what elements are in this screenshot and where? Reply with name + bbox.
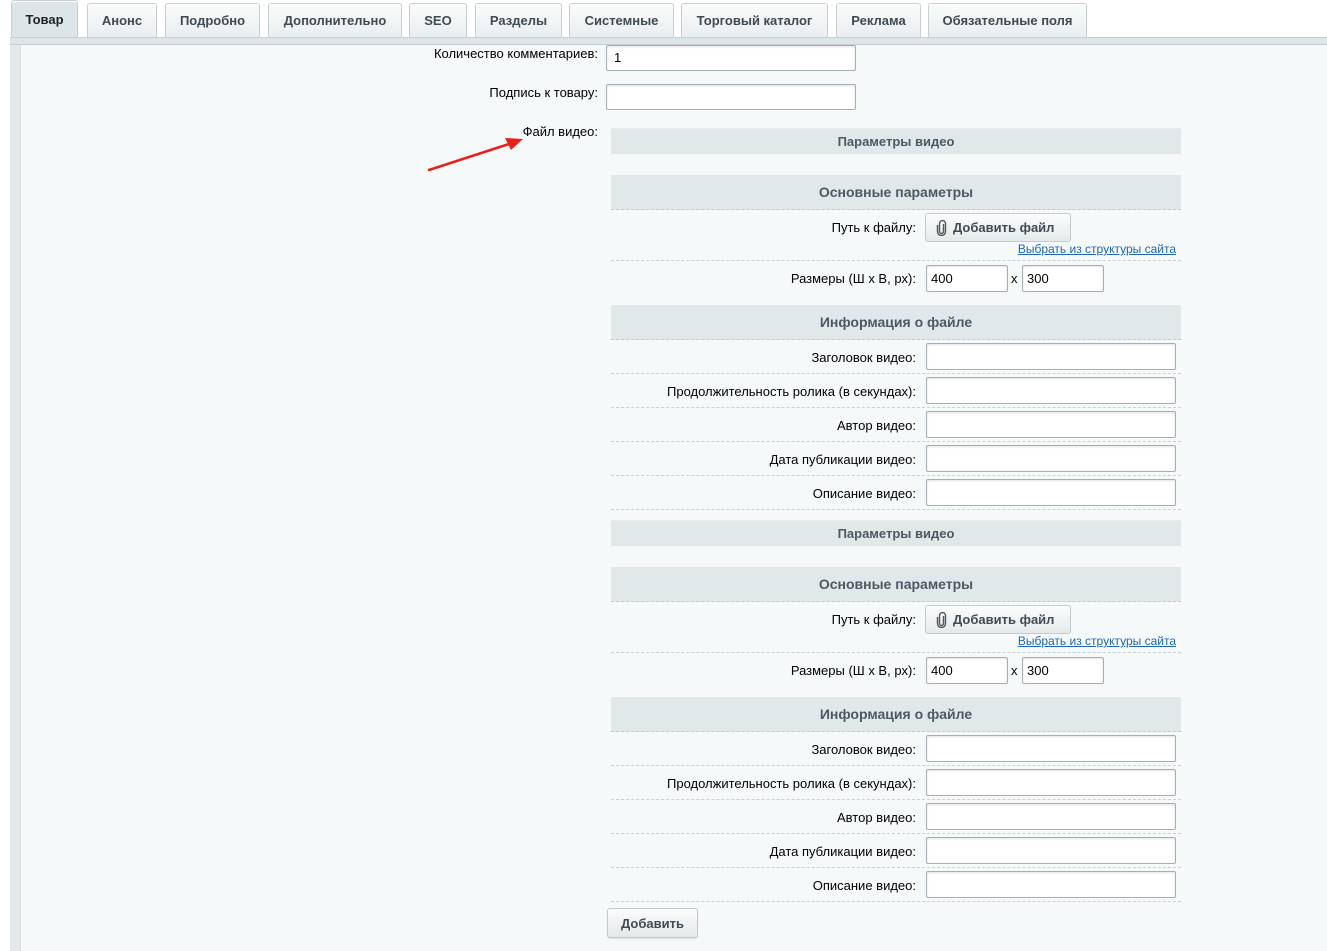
video-title-row: Заголовок видео:: [611, 732, 1181, 766]
video-description-input[interactable]: [926, 871, 1176, 898]
height-input[interactable]: 300: [1022, 265, 1104, 292]
site-structure-link[interactable]: Выбрать из структуры сайта: [1018, 242, 1176, 256]
tab-required-fields[interactable]: Обязательные поля: [928, 3, 1087, 37]
caption-label: Подпись к товару:: [489, 85, 598, 100]
video-description-input[interactable]: [926, 479, 1176, 506]
tab-announce[interactable]: Анонс: [87, 3, 157, 37]
left-border-strip: [10, 45, 21, 951]
dimensions-label: Размеры (Ш x В, px):: [790, 271, 916, 286]
video-author-input[interactable]: [926, 411, 1176, 438]
video-description-row: Описание видео:: [611, 868, 1181, 902]
video-params-header: Параметры видео: [611, 520, 1181, 546]
video-author-input[interactable]: [926, 803, 1176, 830]
video-description-row: Описание видео:: [611, 476, 1181, 510]
main-params-section: Основные параметры: [611, 567, 1181, 602]
file-info-section: Информация о файле: [611, 305, 1181, 340]
video-date-row: Дата публикации видео:: [611, 834, 1181, 868]
tab-details[interactable]: Подробно: [165, 3, 260, 37]
video-author-row: Автор видео:: [611, 408, 1181, 442]
video-author-label: Автор видео:: [837, 418, 916, 433]
add-file-label: Добавить файл: [953, 612, 1055, 627]
video-date-label: Дата публикации видео:: [769, 452, 916, 467]
red-arrow-icon: [427, 138, 523, 172]
tab-trade-catalog[interactable]: Торговый каталог: [681, 3, 828, 37]
tab-underline: [10, 37, 1327, 45]
file-path-row: Путь к файлу: Добавить файл Выбрать из с…: [611, 210, 1181, 261]
video-title-row: Заголовок видео:: [611, 340, 1181, 374]
site-structure-link[interactable]: Выбрать из структуры сайта: [1018, 634, 1176, 648]
video-duration-input[interactable]: [926, 377, 1176, 404]
paperclip-icon: [936, 611, 947, 628]
video-duration-row: Продолжительность ролика (в секундах):: [611, 766, 1181, 800]
caption-input[interactable]: [606, 84, 856, 110]
comments-count-input[interactable]: 1: [606, 45, 856, 71]
add-button[interactable]: Добавить: [607, 908, 698, 938]
height-input[interactable]: 300: [1022, 657, 1104, 684]
dimensions-row: Размеры (Ш x В, px): 400 x 300: [611, 261, 1181, 297]
tab-advertising[interactable]: Реклама: [836, 3, 921, 37]
video-date-row: Дата публикации видео:: [611, 442, 1181, 476]
dimensions-row: Размеры (Ш x В, px): 400 x 300: [611, 653, 1181, 689]
video-title-input[interactable]: [926, 343, 1176, 370]
file-path-label: Путь к файлу:: [831, 612, 916, 627]
tab-sections[interactable]: Разделы: [475, 3, 562, 37]
video-title-label: Заголовок видео:: [811, 742, 916, 757]
tab-seo[interactable]: SEO: [409, 3, 467, 37]
video-duration-label: Продолжительность ролика (в секундах):: [667, 776, 916, 791]
times-sign: x: [1011, 663, 1018, 678]
dimensions-label: Размеры (Ш x В, px):: [790, 663, 916, 678]
video-duration-label: Продолжительность ролика (в секундах):: [667, 384, 916, 399]
tab-additional[interactable]: Дополнительно: [268, 3, 402, 37]
main-params-section: Основные параметры: [611, 175, 1181, 210]
add-file-label: Добавить файл: [953, 220, 1055, 235]
video-params-header: Параметры видео: [611, 128, 1181, 154]
comments-count-label: Количество комментариев:: [433, 46, 598, 61]
video-duration-row: Продолжительность ролика (в секундах):: [611, 374, 1181, 408]
paperclip-icon: [936, 219, 947, 236]
video-title-label: Заголовок видео:: [811, 350, 916, 365]
video-description-label: Описание видео:: [812, 486, 916, 501]
video-date-label: Дата публикации видео:: [769, 844, 916, 859]
video-author-row: Автор видео:: [611, 800, 1181, 834]
video-description-label: Описание видео:: [812, 878, 916, 893]
file-path-row: Путь к файлу: Добавить файл Выбрать из с…: [611, 602, 1181, 653]
tab-system[interactable]: Системные: [569, 3, 674, 37]
width-input[interactable]: 400: [926, 265, 1008, 292]
add-file-button[interactable]: Добавить файл: [925, 605, 1071, 634]
video-title-input[interactable]: [926, 735, 1176, 762]
video-date-input[interactable]: [926, 837, 1176, 864]
times-sign: x: [1011, 271, 1018, 286]
tab-product[interactable]: Товар: [11, 0, 78, 38]
add-file-button[interactable]: Добавить файл: [925, 213, 1071, 242]
width-input[interactable]: 400: [926, 657, 1008, 684]
tab-bar: Товар Анонс Подробно Дополнительно SEO Р…: [0, 0, 1327, 45]
video-duration-input[interactable]: [926, 769, 1176, 796]
video-date-input[interactable]: [926, 445, 1176, 472]
video-author-label: Автор видео:: [837, 810, 916, 825]
file-info-section: Информация о файле: [611, 697, 1181, 732]
file-path-label: Путь к файлу:: [831, 220, 916, 235]
